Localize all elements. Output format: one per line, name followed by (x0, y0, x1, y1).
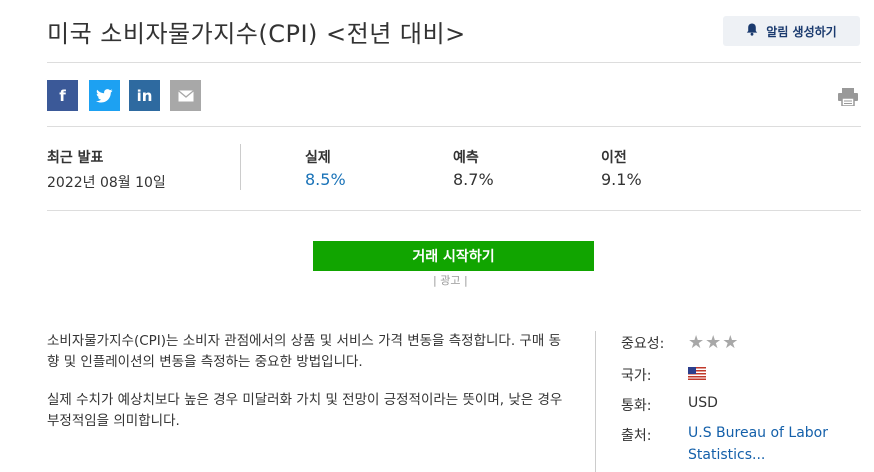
printer-icon[interactable] (838, 88, 858, 110)
divider (47, 210, 861, 211)
email-share-button[interactable] (170, 80, 201, 111)
country-label: 국가: (621, 368, 652, 384)
page-title: 미국 소비자물가지수(CPI) <전년 대비> (47, 20, 466, 48)
latest-release-label: 최근 발표 (47, 150, 104, 166)
divider (47, 62, 861, 63)
us-flag-icon (688, 367, 706, 384)
create-alert-label: 알림 생성하기 (766, 24, 837, 39)
latest-release-date: 2022년 08월 10일 (47, 175, 166, 191)
facebook-share-button[interactable]: f (47, 80, 78, 111)
previous-value: 9.1% (601, 170, 642, 189)
importance-stars: ★★★ (688, 332, 740, 353)
actual-value: 8.5% (305, 170, 346, 189)
start-trading-button[interactable]: 거래 시작하기 (313, 241, 594, 271)
previous-label: 이전 (601, 150, 627, 166)
currency-value: USD (688, 395, 718, 411)
actual-label: 실제 (305, 150, 331, 166)
source-link[interactable]: U.S Bureau of Labor Statistics... (688, 422, 858, 466)
create-alert-button[interactable]: 알림 생성하기 (723, 16, 860, 46)
vertical-divider (595, 331, 596, 472)
event-description: 소비자물가지수(CPI)는 소비자 관점에서의 상품 및 서비스 가격 변동을 … (47, 331, 567, 449)
linkedin-share-button[interactable]: in (129, 80, 160, 111)
twitter-share-button[interactable] (89, 80, 120, 111)
forecast-label: 예측 (453, 150, 479, 166)
forecast-value: 8.7% (453, 170, 494, 189)
description-paragraph: 소비자물가지수(CPI)는 소비자 관점에서의 상품 및 서비스 가격 변동을 … (47, 333, 561, 370)
twitter-bird-icon (96, 88, 113, 103)
currency-label: 통화: (621, 398, 652, 414)
importance-label: 중요성: (621, 336, 665, 352)
bell-icon (746, 23, 758, 39)
source-label: 출처: (621, 428, 652, 444)
description-paragraph: 실제 수치가 예상치보다 높은 경우 미달러화 가치 및 전망이 긍정적이라는 … (47, 392, 563, 429)
divider (47, 126, 861, 127)
vertical-divider (240, 144, 241, 190)
ad-label: | 광고 | (433, 274, 468, 287)
mail-icon (177, 89, 194, 101)
